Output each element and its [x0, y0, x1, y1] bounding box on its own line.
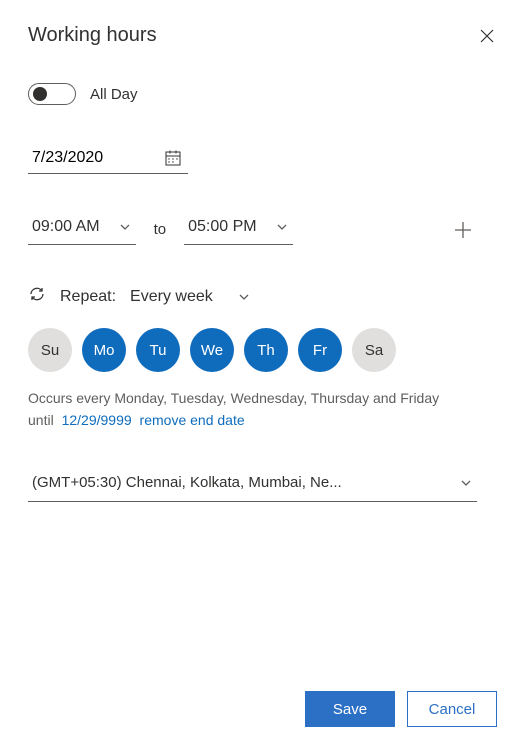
- timezone-value: (GMT+05:30) Chennai, Kolkata, Mumbai, Ne…: [32, 474, 342, 491]
- time-row: 09:00 AM to 05:00 PM: [28, 214, 477, 245]
- until-label: until: [28, 412, 54, 428]
- all-day-toggle[interactable]: [28, 83, 76, 105]
- date-input[interactable]: [28, 145, 188, 174]
- toggle-thumb: [33, 87, 47, 101]
- occurrence-text: Occurs every Monday, Tuesday, Wednesday,…: [28, 388, 477, 409]
- dialog-footer: Save Cancel: [28, 671, 497, 727]
- dialog-title: Working hours: [28, 24, 157, 47]
- until-date-link[interactable]: 12/29/9999: [62, 412, 132, 428]
- filler: [28, 502, 477, 592]
- cancel-button[interactable]: Cancel: [407, 691, 497, 727]
- scroll-area[interactable]: All Day 09:00 AM to 05:00 PM: [28, 83, 497, 671]
- days-row: SuMoTuWeThFrSa: [28, 328, 477, 372]
- date-input-wrap: [28, 145, 188, 174]
- end-time-value: 05:00 PM: [188, 218, 256, 236]
- working-hours-dialog: Working hours All Day 09:00 AM: [0, 0, 525, 751]
- chevron-down-icon: [459, 476, 473, 490]
- until-row: until 12/29/9999 remove end date: [28, 412, 477, 428]
- day-toggle-mo[interactable]: Mo: [82, 328, 126, 372]
- save-button[interactable]: Save: [305, 691, 395, 727]
- day-toggle-we[interactable]: We: [190, 328, 234, 372]
- remove-end-date-link[interactable]: remove end date: [140, 412, 245, 428]
- day-toggle-sa[interactable]: Sa: [352, 328, 396, 372]
- day-toggle-th[interactable]: Th: [244, 328, 288, 372]
- add-time-button[interactable]: [449, 216, 477, 244]
- end-time-select[interactable]: 05:00 PM: [184, 214, 292, 245]
- repeat-value: Every week: [130, 288, 213, 306]
- all-day-row: All Day: [28, 83, 477, 105]
- chevron-down-icon: [118, 220, 132, 234]
- repeat-row: Repeat: Every week: [28, 285, 477, 308]
- close-button[interactable]: [477, 26, 497, 46]
- repeat-icon: [28, 285, 46, 308]
- dialog-header: Working hours: [28, 24, 497, 47]
- all-day-label: All Day: [90, 86, 138, 103]
- start-time-select[interactable]: 09:00 AM: [28, 214, 136, 245]
- day-toggle-tu[interactable]: Tu: [136, 328, 180, 372]
- repeat-label: Repeat:: [60, 288, 116, 306]
- to-label: to: [154, 221, 167, 238]
- day-toggle-fr[interactable]: Fr: [298, 328, 342, 372]
- timezone-select[interactable]: (GMT+05:30) Chennai, Kolkata, Mumbai, Ne…: [28, 468, 477, 502]
- date-row: [28, 145, 477, 174]
- start-time-value: 09:00 AM: [32, 218, 100, 236]
- chevron-down-icon: [275, 220, 289, 234]
- plus-icon: [452, 219, 474, 241]
- chevron-down-icon: [237, 290, 251, 304]
- repeat-frequency-select[interactable]: Every week: [130, 288, 251, 306]
- close-icon: [479, 28, 495, 44]
- day-toggle-su[interactable]: Su: [28, 328, 72, 372]
